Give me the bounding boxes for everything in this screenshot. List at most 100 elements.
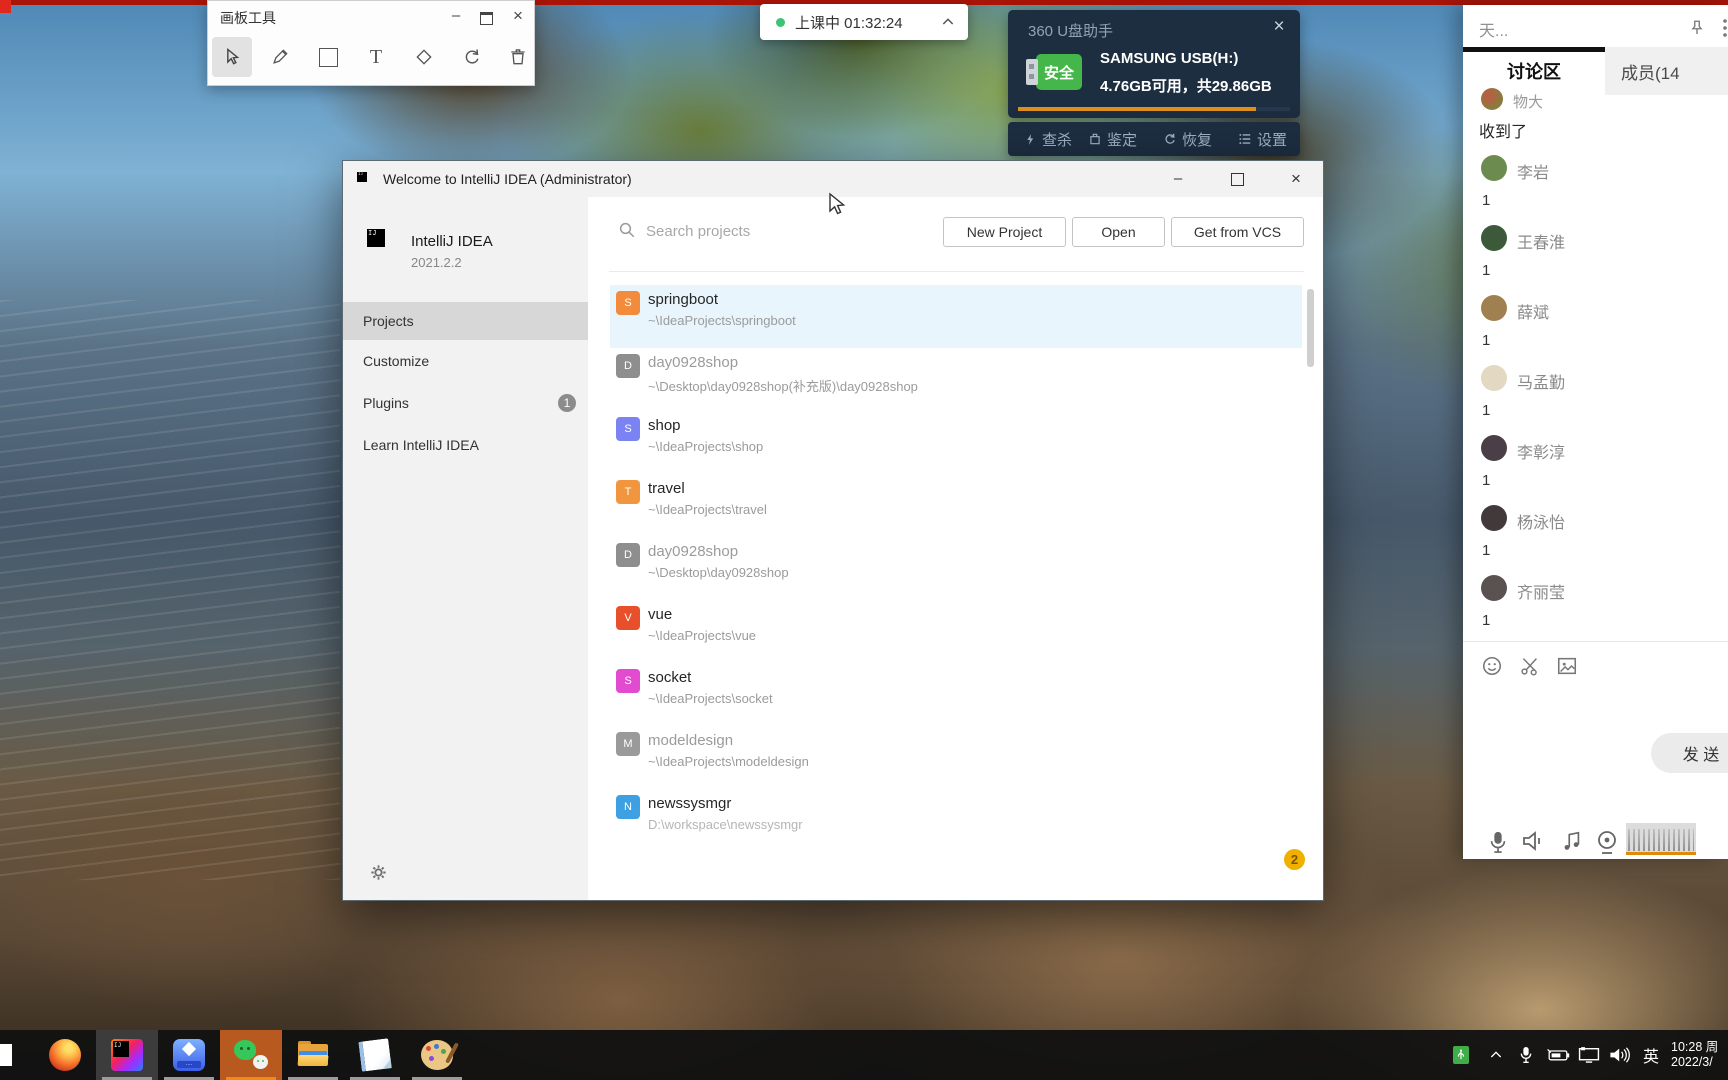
get-from-vcs-button[interactable]: Get from VCS	[1171, 217, 1304, 247]
usb-usage-bar	[1018, 107, 1256, 111]
taskbar-intellij-idea[interactable]: IJ	[96, 1030, 158, 1080]
close-icon[interactable]: ×	[1268, 16, 1290, 38]
sidebar-item-customize[interactable]: Customize	[343, 342, 588, 380]
divider	[609, 271, 1304, 272]
project-row-day0928shop[interactable]: D day0928shop ~\Desktop\day0928shop(补充版)…	[610, 348, 1302, 411]
project-icon: V	[616, 606, 640, 630]
taskbar-wechat[interactable]	[220, 1030, 282, 1080]
chevron-up-icon[interactable]	[940, 14, 956, 30]
avatar	[1481, 365, 1507, 391]
windows-logo-icon	[0, 1044, 12, 1066]
taskbar-notepad[interactable]	[344, 1030, 406, 1080]
sidebar-item-plugins[interactable]: Plugins 1	[343, 384, 588, 422]
usb-helper-title: 360 U盘助手	[1028, 23, 1114, 40]
member-message: 1	[1482, 612, 1491, 629]
maximize-icon[interactable]	[1231, 173, 1244, 186]
start-button[interactable]	[0, 1030, 34, 1080]
project-row-modeldesign[interactable]: M modeldesign ~\IdeaProjects\modeldesign	[610, 726, 1302, 789]
open-button[interactable]: Open	[1072, 217, 1165, 247]
tray-usb-icon[interactable]	[1453, 1030, 1469, 1080]
microphone-icon[interactable]	[1487, 829, 1509, 855]
minimize-icon[interactable]: –	[1165, 170, 1191, 188]
project-row-vue[interactable]: V vue ~\IdeaProjects\vue	[610, 600, 1302, 663]
project-icon: T	[616, 480, 640, 504]
chat-tabbar: 讨论区 成员(14	[1463, 47, 1728, 95]
project-name: modeldesign	[648, 732, 734, 749]
eraser-icon	[416, 49, 432, 65]
text-icon: T	[369, 46, 383, 68]
member-item: 齐丽莹 1	[1463, 575, 1728, 645]
screen-share-corner	[0, 0, 11, 13]
tab-members[interactable]: 成员(14	[1605, 47, 1728, 95]
emoji-icon[interactable]	[1481, 655, 1503, 677]
sidebar-item-projects[interactable]: Projects	[343, 302, 588, 340]
scrollbar[interactable]	[1307, 289, 1314, 367]
tray-battery-icon[interactable]	[1546, 1030, 1570, 1080]
paint-panel-title: 画板工具	[220, 10, 276, 26]
avatar	[1481, 88, 1503, 110]
tray-clock[interactable]: 10:28 周 2022/3/	[1671, 1030, 1718, 1080]
project-path: ~\IdeaProjects\springboot	[648, 313, 796, 328]
minimize-icon[interactable]: –	[446, 7, 466, 25]
taskbar-class-app[interactable]: ····	[158, 1030, 220, 1080]
usb-helper-panel: 360 U盘助手 × 安全 SAMSUNG USB(H:) 4.76GB可用，共…	[1008, 10, 1300, 118]
webcam-icon[interactable]	[1595, 829, 1619, 855]
tray-date: 2022/3/	[1671, 1055, 1713, 1069]
screenshot-scissors-icon[interactable]	[1519, 655, 1541, 677]
notification-badge[interactable]: 2	[1284, 849, 1305, 870]
pen-tool-button[interactable]	[260, 37, 300, 77]
usb-drive-name: SAMSUNG USB(H:)	[1100, 50, 1239, 67]
usb-restore-button[interactable]: 恢复	[1163, 129, 1212, 150]
usb-settings-button[interactable]: 设置	[1238, 129, 1287, 150]
gear-icon[interactable]	[369, 863, 388, 882]
pin-icon[interactable]	[1688, 19, 1706, 37]
eraser-tool-button[interactable]	[404, 37, 444, 77]
music-icon[interactable]	[1561, 829, 1583, 853]
project-row-socket[interactable]: S socket ~\IdeaProjects\socket	[610, 663, 1302, 726]
close-icon[interactable]: ×	[1283, 170, 1309, 188]
send-button[interactable]: 发 送	[1651, 733, 1728, 773]
member-message: 1	[1482, 262, 1491, 279]
sidebar-item-learn[interactable]: Learn IntelliJ IDEA	[343, 426, 588, 464]
image-icon[interactable]	[1556, 655, 1578, 677]
usb-verify-button[interactable]: 鉴定	[1088, 129, 1137, 150]
taskbar-file-explorer[interactable]	[282, 1030, 344, 1080]
tray-chevron-up-icon[interactable]	[1488, 1030, 1504, 1080]
close-icon[interactable]: ×	[508, 7, 528, 25]
undo-tool-button[interactable]	[452, 37, 492, 77]
class-chat-panel: 天... 讨论区 成员(14 物大 收到了 李岩 1 王春淮 1 薛斌 1 马孟…	[1463, 5, 1728, 859]
avatar	[1481, 295, 1507, 321]
new-project-button[interactable]: New Project	[943, 217, 1066, 247]
taskbar-paint[interactable]	[406, 1030, 468, 1080]
select-tool-button[interactable]	[212, 37, 252, 77]
project-row-day0928shop-2[interactable]: D day0928shop ~\Desktop\day0928shop	[610, 537, 1302, 600]
tray-volume-icon[interactable]	[1608, 1030, 1632, 1080]
delete-tool-button[interactable]	[498, 37, 538, 77]
project-name: vue	[648, 606, 673, 623]
speaker-icon[interactable]	[1521, 829, 1547, 853]
project-row-shop[interactable]: S shop ~\IdeaProjects\shop	[610, 411, 1302, 474]
project-path: D:\workspace\newssysmgr	[648, 817, 803, 832]
mouse-cursor	[829, 192, 846, 215]
rectangle-tool-button[interactable]	[308, 37, 348, 77]
tab-discussion[interactable]: 讨论区	[1463, 47, 1605, 95]
member-message: 1	[1482, 472, 1491, 489]
text-tool-button[interactable]: T	[356, 37, 396, 77]
maximize-icon[interactable]	[480, 12, 493, 25]
more-options-icon[interactable]	[1721, 18, 1728, 38]
member-item: 李岩 1	[1463, 155, 1728, 225]
pen-icon	[273, 49, 288, 64]
project-row-springboot[interactable]: S springboot ~\IdeaProjects\springboot	[610, 285, 1302, 348]
tray-microphone-icon[interactable]	[1518, 1030, 1534, 1080]
welcome-main-area: Search projects New Project Open Get fro…	[588, 197, 1323, 900]
taskbar-firefox[interactable]	[34, 1030, 96, 1080]
project-row-newssysmgr[interactable]: N newssysmgr D:\workspace\newssysmgr	[610, 789, 1302, 852]
class-status-pill[interactable]: 上课中 01:32:24	[760, 4, 968, 40]
project-icon: S	[616, 291, 640, 315]
usb-scan-button[interactable]: 查杀	[1024, 129, 1072, 150]
tray-display-icon[interactable]	[1578, 1030, 1600, 1080]
tray-ime-indicator[interactable]: 英	[1643, 1030, 1659, 1080]
project-row-travel[interactable]: T travel ~\IdeaProjects\travel	[610, 474, 1302, 537]
search-input[interactable]: Search projects	[646, 223, 750, 240]
member-message: 1	[1482, 332, 1491, 349]
